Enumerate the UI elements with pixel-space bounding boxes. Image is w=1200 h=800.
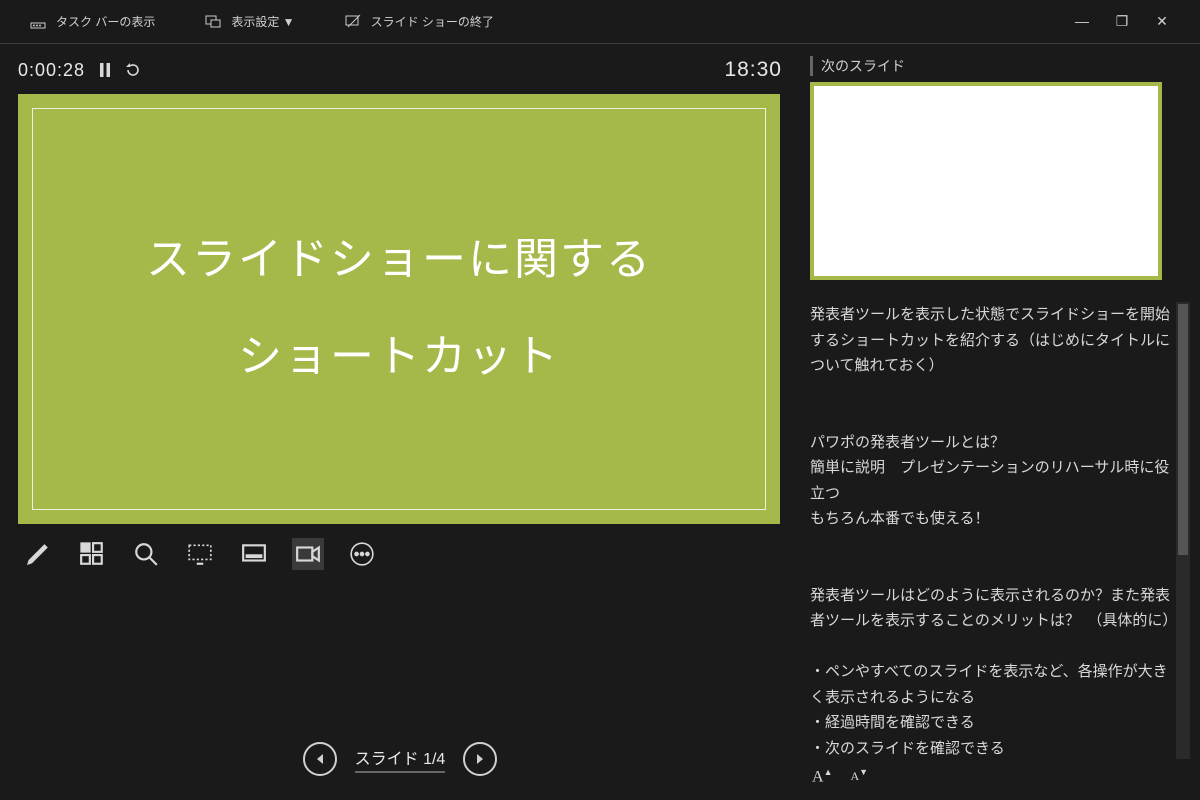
window-controls: — ❐ ✕ [1074,13,1170,30]
subtitle-button[interactable] [238,538,270,570]
notes-line: パワポの発表者ツールとは？ [810,430,1170,456]
slide-navigation: スライド 1/4 [18,742,782,800]
notes-line: 発表者ツールはどのように表示されるのか？また発表者ツールを表示することのメリット… [810,583,1170,634]
display-settings-label: 表示設定 ▼ [231,13,294,30]
notes-line: ・ペンやすべてのスライドを表示など、各操作が大きく表示されるようになる [810,659,1170,710]
pen-tool-button[interactable] [22,538,54,570]
top-toolbar: タスク バーの表示 表示設定 ▼ スライド ショーの終了 — ❐ ✕ [0,0,1200,44]
pause-button[interactable] [99,63,111,77]
display-settings-button[interactable]: 表示設定 ▼ [205,13,294,30]
previous-slide-button[interactable] [303,742,337,776]
restore-button[interactable]: ❐ [1114,13,1130,30]
elapsed-time: 0:00:28 [18,60,85,81]
notes-line: ・次のスライドを確認できる [810,736,1170,759]
notes-line: 発表者ツールを表示した状態でスライドショーを開始するショートカットを紹介する（は… [810,302,1170,379]
slide-inner-border [32,108,766,510]
notes-line: 簡単に説明 プレゼンテーションのリハーサル時に役立つ [810,455,1170,506]
scrollbar-thumb[interactable] [1178,304,1188,555]
notes-line: もちろん本番でも使える！ [810,506,1170,532]
restart-timer-button[interactable] [125,62,141,78]
see-all-slides-button[interactable] [76,538,108,570]
timer-row: 0:00:28 18:30 [18,56,782,84]
increase-font-button[interactable]: A▲ [812,767,832,786]
font-size-controls: A▲ A▼ [810,759,1190,800]
next-slide-button[interactable] [463,742,497,776]
next-slide-label: 次のスライド [810,56,1190,76]
camera-button[interactable] [292,538,324,570]
minimize-button[interactable]: — [1074,13,1090,30]
zoom-button[interactable] [130,538,162,570]
display-settings-icon [205,14,221,30]
notes-scrollbar[interactable] [1176,302,1190,759]
decrease-font-button[interactable]: A▼ [850,767,868,786]
slide-counter[interactable]: スライド 1/4 [355,745,446,773]
notes-area: 発表者ツールを表示した状態でスライドショーを開始するショートカットを紹介する（は… [810,302,1190,759]
main-area: 0:00:28 18:30 スライドショーに関する ショートカット [0,44,1200,800]
black-screen-button[interactable] [184,538,216,570]
show-taskbar-button[interactable]: タスク バーの表示 [30,13,155,30]
next-slide-thumbnail[interactable] [810,82,1162,280]
end-slideshow-label: スライド ショーの終了 [371,13,494,30]
speaker-notes[interactable]: 発表者ツールを表示した状態でスライドショーを開始するショートカットを紹介する（は… [810,302,1176,759]
presenter-tools [18,524,782,584]
current-time: 18:30 [724,58,782,82]
close-button[interactable]: ✕ [1154,13,1170,30]
show-taskbar-label: タスク バーの表示 [56,13,155,30]
right-panel: 次のスライド 発表者ツールを表示した状態でスライドショーを開始するショートカット… [800,44,1200,800]
more-options-button[interactable] [346,538,378,570]
end-slideshow-icon [345,14,361,30]
end-slideshow-button[interactable]: スライド ショーの終了 [345,13,494,30]
current-slide[interactable]: スライドショーに関する ショートカット [18,94,780,524]
notes-line: ・経過時間を確認できる [810,710,1170,736]
taskbar-icon [30,14,46,30]
left-panel: 0:00:28 18:30 スライドショーに関する ショートカット [0,44,800,800]
